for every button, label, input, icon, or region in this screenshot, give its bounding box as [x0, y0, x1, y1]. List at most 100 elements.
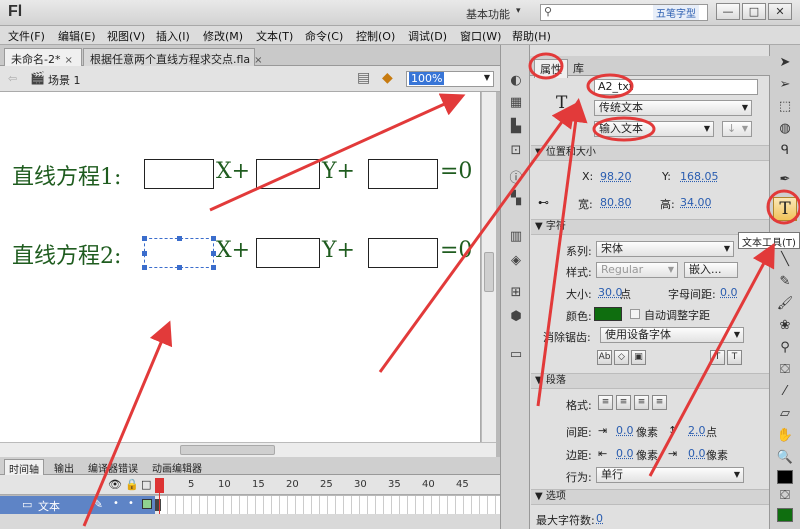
free-transform-icon[interactable]: ⬚ [776, 99, 794, 117]
layer-row[interactable]: ▭ 文本 ✎ • • [0, 496, 155, 514]
close-icon[interactable]: × [64, 55, 72, 66]
menu-commands[interactable]: 命令(C) [305, 28, 343, 44]
back-arrow-icon[interactable]: ⇦ [8, 72, 17, 85]
selectable-button[interactable]: Ab [597, 350, 612, 365]
resize-handle[interactable] [142, 251, 147, 256]
lock-icon[interactable]: 🔒 [125, 478, 139, 491]
menu-insert[interactable]: 插入(I) [156, 28, 190, 44]
horizontal-scrollbar[interactable] [0, 442, 496, 457]
line-tool-icon[interactable]: ╲ [776, 252, 794, 270]
subselection-tool-icon[interactable]: ➢ [776, 77, 794, 95]
text-tool-icon[interactable]: T [773, 197, 797, 221]
fill-color-swatch[interactable] [777, 508, 793, 522]
indent-value[interactable]: 0.0 [616, 424, 634, 437]
resize-handle[interactable] [142, 265, 147, 270]
resize-handle[interactable] [177, 236, 182, 241]
3d-rotation-icon[interactable]: ◍ [776, 121, 794, 139]
superscript-button[interactable]: T [710, 350, 725, 365]
visibility-dot[interactable]: • [113, 498, 119, 509]
components-icon[interactable]: ⊞ [507, 285, 525, 303]
motion-icon[interactable]: ◈ [507, 253, 525, 271]
resize-handle[interactable] [211, 265, 216, 270]
autokern-checkbox[interactable] [630, 309, 640, 319]
output-icon[interactable]: ▭ [507, 347, 525, 365]
menu-window[interactable]: 窗口(W) [460, 28, 501, 44]
text-color-swatch[interactable] [594, 307, 622, 321]
menu-view[interactable]: 视图(V) [107, 28, 145, 44]
pencil-tool-icon[interactable]: ✎ [776, 274, 794, 292]
right-margin-value[interactable]: 0.0 [688, 447, 706, 460]
section-position-size[interactable]: ▼ 位置和大小 [531, 145, 769, 161]
line-spacing-value[interactable]: 2.0 [688, 424, 706, 437]
font-family-dropdown[interactable]: 宋体 ▼ [596, 241, 734, 257]
edit-scene-icon[interactable]: ▤ [357, 70, 370, 86]
orientation-dropdown[interactable]: ↓ ▼ [722, 121, 752, 137]
bone-tool-icon[interactable]: ⚲ [776, 340, 794, 358]
resize-handle[interactable] [177, 265, 182, 270]
text-engine-dropdown[interactable]: 传统文本 ▼ [594, 100, 752, 116]
maximize-button[interactable]: □ [742, 3, 766, 20]
close-icon[interactable]: × [254, 55, 262, 66]
menu-text[interactable]: 文本(T) [256, 28, 293, 44]
outline-color-box[interactable] [142, 499, 152, 509]
a2-input-box-selected[interactable] [142, 236, 216, 270]
y-value[interactable]: 168.05 [680, 170, 719, 183]
edit-symbols-icon[interactable]: ◆ [382, 70, 393, 86]
close-button[interactable]: ✕ [768, 3, 792, 20]
a1-input-box[interactable] [144, 159, 214, 189]
tab-intersection-fla[interactable]: 根据任意两个直线方程求交点.fla × [83, 48, 263, 66]
outline-icon[interactable]: □ [141, 478, 151, 491]
c1-input-box[interactable] [368, 159, 438, 189]
eye-icon[interactable]: 👁 [108, 478, 122, 491]
chevron-down-icon[interactable]: ▾ [516, 6, 521, 16]
section-paragraph[interactable]: ▼ 段落 [531, 373, 769, 389]
align-center-button[interactable]: ≡ [616, 395, 631, 410]
selection-tool-icon[interactable]: ➤ [776, 55, 794, 73]
scroll-thumb[interactable] [484, 252, 494, 292]
menu-debug[interactable]: 调试(D) [408, 28, 447, 44]
playhead[interactable] [155, 478, 164, 493]
deco-tool-icon[interactable]: ❀ [776, 318, 794, 336]
size-value[interactable]: 30.0 [598, 286, 623, 299]
menu-help[interactable]: 帮助(H) [512, 28, 551, 44]
x-value[interactable]: 98.20 [600, 170, 632, 183]
transform-icon[interactable]: ⊡ [507, 143, 525, 161]
hand-tool-icon[interactable]: ✋ [776, 428, 794, 446]
workspace-switcher[interactable]: 基本功能 [466, 6, 510, 22]
menu-control[interactable]: 控制(O) [356, 28, 395, 44]
text-type-dropdown[interactable]: 输入文本 ▼ [594, 121, 714, 137]
tab-properties[interactable]: 属性 [534, 59, 568, 78]
link-icon[interactable]: ⊷ [538, 196, 549, 209]
color-icon[interactable]: ◐ [507, 73, 525, 91]
menu-edit[interactable]: 编辑(E) [58, 28, 96, 44]
vertical-scrollbar[interactable] [481, 92, 496, 442]
frame-grid[interactable] [160, 496, 500, 514]
instance-name-field[interactable]: A2_txt [594, 79, 758, 95]
tab-untitled-2[interactable]: 未命名-2* × [4, 48, 82, 66]
stage[interactable]: 直线方程1: X+ Y+ =0 直线方程2: X+ Y+ =0 [0, 92, 481, 442]
tab-output[interactable]: 输出 [50, 459, 78, 476]
b2-input-box[interactable] [256, 238, 320, 268]
library-icon[interactable]: ▥ [507, 229, 525, 247]
align-right-button[interactable]: ≡ [634, 395, 649, 410]
layer-name[interactable]: 文本 [38, 498, 60, 514]
menu-file[interactable]: 文件(F) [8, 28, 45, 44]
tab-motion-editor[interactable]: 动画编辑器 [148, 459, 206, 476]
c2-input-box[interactable] [368, 238, 438, 268]
align-icon[interactable]: ▙ [507, 119, 525, 137]
section-character[interactable]: ▼ 字符 [531, 219, 769, 235]
swatches-icon[interactable]: ▦ [507, 95, 525, 113]
scene-label[interactable]: 场景 1 [48, 72, 81, 88]
antialias-dropdown[interactable]: 使用设备字体 ▼ [600, 327, 744, 343]
max-chars-value[interactable]: 0 [596, 512, 603, 525]
menu-modify[interactable]: 修改(M) [203, 28, 243, 44]
tab-library[interactable]: 库 [568, 59, 589, 77]
zoom-tool-icon[interactable]: 🔍 [776, 450, 794, 468]
section-options[interactable]: ▼ 选项 [531, 489, 769, 505]
width-value[interactable]: 80.80 [600, 196, 632, 209]
font-style-dropdown[interactable]: Regular ▼ [596, 262, 678, 278]
resize-handle[interactable] [142, 236, 147, 241]
eyedropper-icon[interactable]: ⁄ [776, 384, 794, 402]
info-icon[interactable]: ⓘ [507, 167, 525, 186]
lock-dot[interactable]: • [128, 498, 134, 509]
